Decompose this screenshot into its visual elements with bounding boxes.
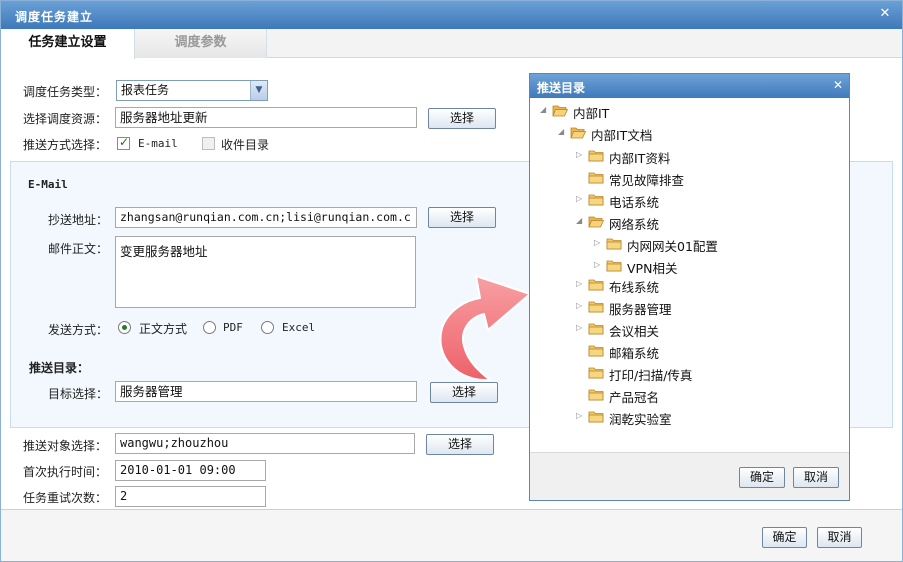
resource-input[interactable]: 服务器地址更新	[115, 107, 417, 128]
expanded-toggle-icon[interactable]: ◢	[558, 127, 564, 136]
tree-node-label: 内部IT文档	[591, 128, 653, 143]
tree-node-label: 润乾实验室	[609, 412, 672, 427]
send-mode-pdf-label: PDF	[223, 321, 243, 334]
inbox-checkbox[interactable]	[202, 137, 215, 150]
push-dir-section-title: 推送目录：	[29, 361, 90, 375]
tree-node-label: 产品冠名	[609, 390, 660, 405]
target-label: 目标选择：	[48, 387, 109, 401]
collapsed-toggle-icon[interactable]: ▷	[576, 323, 582, 332]
folder-open-icon	[588, 215, 605, 228]
folder-icon	[588, 171, 604, 184]
task-type-value: 报表任务	[121, 83, 170, 97]
tree-node-label: 内部IT资料	[609, 151, 671, 166]
recipients-input[interactable]: wangwu;zhouzhou	[115, 433, 415, 454]
email-checkbox[interactable]	[117, 135, 130, 150]
folder-icon	[588, 300, 604, 313]
radio-excel-mode[interactable]	[261, 321, 274, 334]
radio-pdf-mode[interactable]	[203, 321, 216, 334]
folder-icon	[588, 344, 604, 357]
cc-label: 抄送地址：	[48, 213, 109, 227]
cc-select-button[interactable]: 选择	[428, 207, 496, 228]
tree-node-label: 常见故障排查	[609, 173, 685, 188]
send-mode-excel-label: Excel	[282, 321, 316, 334]
close-icon[interactable]: ✕	[878, 7, 892, 21]
tree-node-label: 打印/扫描/传真	[609, 368, 693, 383]
collapsed-toggle-icon[interactable]: ▷	[576, 150, 582, 159]
collapsed-toggle-icon[interactable]: ▷	[576, 194, 582, 203]
tab-schedule-params[interactable]: 调度参数	[135, 29, 267, 58]
mail-body-textarea[interactable]: 变更服务器地址	[115, 236, 416, 308]
folder-icon	[588, 410, 604, 423]
window-titlebar: 调度任务建立 ✕	[1, 1, 902, 29]
folder-icon	[588, 322, 604, 335]
email-section-title: E-Mail	[28, 178, 68, 191]
target-input[interactable]: 服务器管理	[115, 381, 417, 402]
resource-select-button[interactable]: 选择	[428, 108, 496, 129]
resource-label: 选择调度资源：	[23, 112, 108, 126]
tab-bar: 任务建立设置 调度参数	[1, 29, 902, 59]
tree-node-label: 内网网关01配置	[627, 239, 718, 254]
folder-icon	[588, 278, 604, 291]
first-run-label: 首次执行时间：	[23, 465, 108, 479]
folder-icon	[588, 149, 604, 162]
folder-icon	[588, 193, 604, 206]
push-dir-dialog: 推送目录 ✕ ◢ 内部IT ◢ 内部IT文档 ▷ 内部IT资料 常见故障排查 ▷ 电话系统 ◢ 网络…	[529, 73, 850, 501]
push-method-label: 推送方式选择：	[23, 138, 108, 152]
cancel-button[interactable]: 取消	[817, 527, 862, 548]
mail-body-label: 邮件正文：	[48, 242, 109, 256]
dialog-footer: 确定 取消	[530, 452, 849, 500]
retry-label: 任务重试次数：	[23, 491, 108, 505]
folder-icon	[588, 388, 604, 401]
folder-icon	[606, 259, 622, 272]
folder-icon	[606, 237, 622, 250]
tree-node-label: 电话系统	[609, 195, 660, 210]
collapsed-toggle-icon[interactable]: ▷	[576, 411, 582, 420]
folder-open-icon	[552, 104, 569, 117]
dialog-title: 推送目录	[537, 81, 586, 95]
send-mode-label: 发送方式：	[48, 323, 109, 337]
collapsed-toggle-icon[interactable]: ▷	[594, 238, 600, 247]
footer-bar: 确定 取消	[1, 509, 902, 561]
chevron-down-icon[interactable]: ▼	[250, 81, 267, 100]
recipients-label: 推送对象选择：	[23, 439, 108, 453]
send-mode-body-label: 正文方式	[139, 322, 188, 336]
collapsed-toggle-icon[interactable]: ▷	[576, 279, 582, 288]
folder-icon	[588, 366, 604, 379]
folder-open-icon	[570, 126, 587, 139]
first-run-input[interactable]: 2010-01-01 09:00	[115, 460, 266, 481]
tree-node-label: 内部IT	[573, 106, 610, 121]
task-type-label: 调度任务类型：	[23, 85, 108, 99]
inbox-option-label: 收件目录	[221, 138, 270, 152]
tab-task-settings[interactable]: 任务建立设置	[1, 29, 135, 59]
tree-node-label: 邮箱系统	[609, 346, 660, 361]
dialog-titlebar: 推送目录 ✕	[530, 74, 849, 98]
dialog-close-icon[interactable]: ✕	[833, 78, 843, 92]
ok-button[interactable]: 确定	[762, 527, 807, 548]
expanded-toggle-icon[interactable]: ◢	[576, 216, 582, 225]
tree-node-label: 会议相关	[609, 324, 660, 339]
radio-body-mode[interactable]	[118, 321, 131, 334]
email-option-label: E-mail	[138, 137, 178, 150]
cc-input[interactable]: zhangsan@runqian.com.cn;lisi@runqian.com…	[115, 207, 417, 228]
tree-node-label: VPN相关	[627, 261, 678, 276]
retry-input[interactable]: 2	[115, 486, 266, 507]
collapsed-toggle-icon[interactable]: ▷	[576, 301, 582, 310]
dialog-ok-button[interactable]: 确定	[739, 467, 785, 488]
tree-node-label: 服务器管理	[609, 302, 672, 317]
recipients-select-button[interactable]: 选择	[426, 434, 494, 455]
expanded-toggle-icon[interactable]: ◢	[540, 105, 546, 114]
dialog-cancel-button[interactable]: 取消	[793, 467, 839, 488]
tree-node-label: 布线系统	[609, 280, 660, 295]
tree-node-label: 网络系统	[609, 217, 660, 232]
collapsed-toggle-icon[interactable]: ▷	[594, 260, 600, 269]
task-type-select[interactable]: 报表任务 ▼	[116, 80, 268, 101]
window-title: 调度任务建立	[15, 10, 94, 24]
